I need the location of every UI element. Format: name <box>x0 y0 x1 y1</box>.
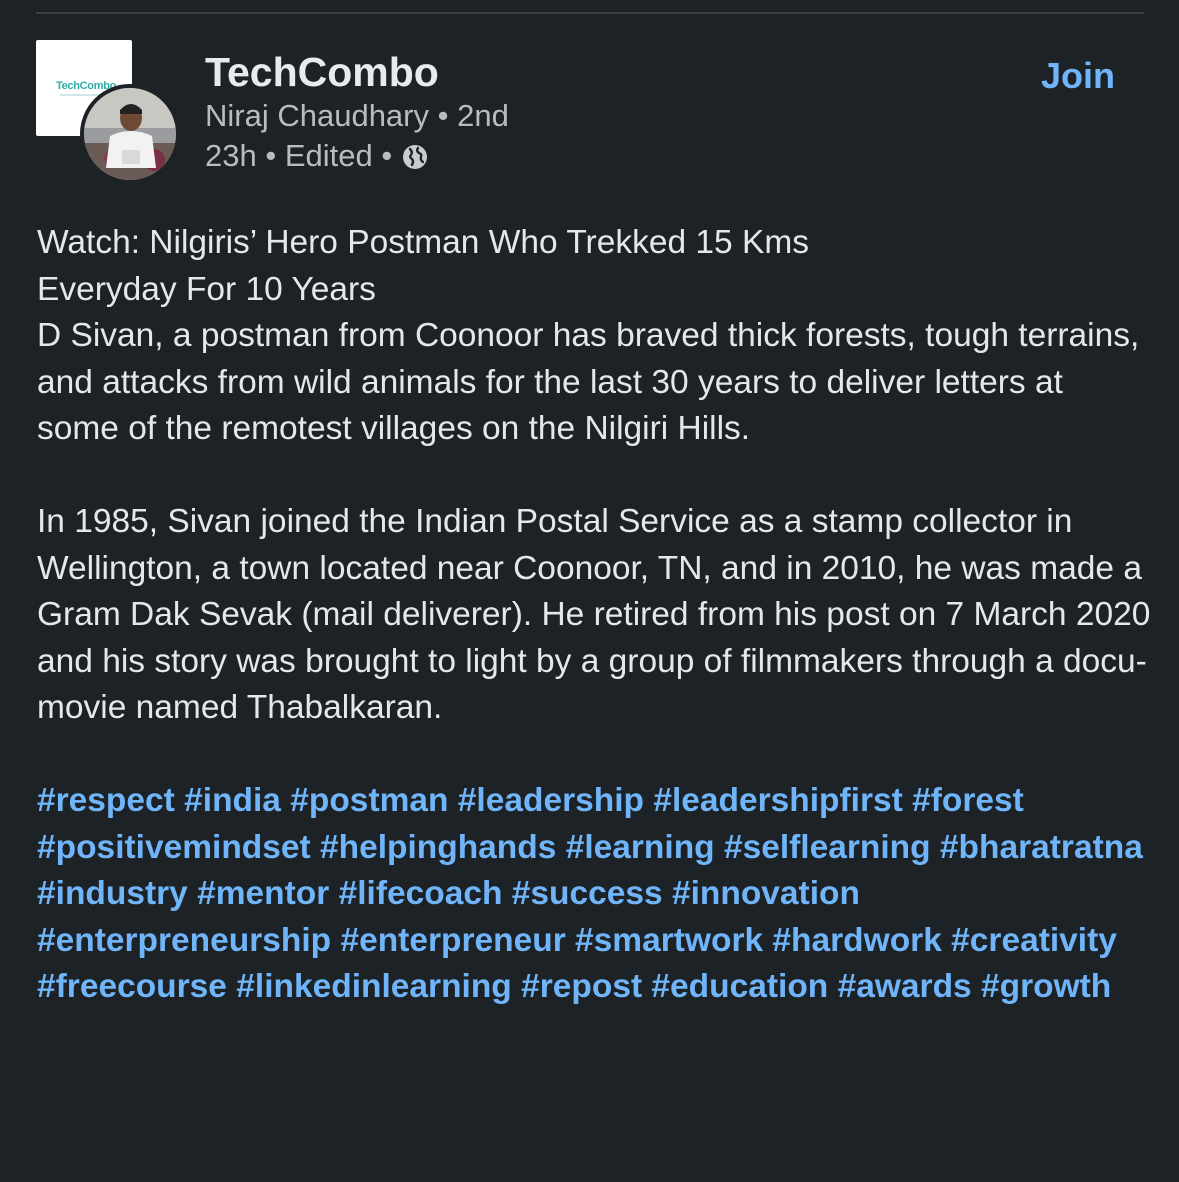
author-avatar[interactable] <box>80 84 180 184</box>
hashtag-link[interactable]: #positivemindset <box>37 829 311 866</box>
author-line: Niraj Chaudhary • 2nd <box>205 96 509 136</box>
hashtag-link[interactable]: #industry <box>37 875 188 912</box>
group-logo-tagline <box>60 94 100 96</box>
globe-icon <box>402 145 427 169</box>
post-title-line-1: Watch: Nilgiris’ Hero Postman Who Trekke… <box>37 224 809 261</box>
author-photo <box>84 88 176 180</box>
connection-degree: 2nd <box>457 98 509 133</box>
hashtag-link[interactable]: #learning <box>566 829 715 866</box>
hashtag-link[interactable]: #growth <box>981 968 1111 1005</box>
top-divider <box>36 12 1144 14</box>
hashtag-link[interactable]: #helpinghands <box>320 829 556 866</box>
join-button[interactable]: Join <box>1041 52 1115 100</box>
dot-separator: • <box>265 138 277 173</box>
hashtag-link[interactable]: #enterpreneurship <box>37 922 331 959</box>
hashtag-link[interactable]: #leadershipfirst <box>653 782 902 819</box>
dot-separator: • <box>381 138 393 173</box>
post-paragraph-1: D Sivan, a postman from Coonoor has brav… <box>37 317 1140 447</box>
hashtag-link[interactable]: #mentor <box>197 875 329 912</box>
hashtag-link[interactable]: #success <box>512 875 663 912</box>
dot-separator: • <box>437 98 449 133</box>
hashtag-link[interactable]: #forest <box>912 782 1024 819</box>
hashtag-link[interactable]: #respect <box>37 782 175 819</box>
hashtag-list: #respect #india #postman #leadership #le… <box>37 778 1152 1011</box>
hashtag-link[interactable]: #freecourse <box>37 968 227 1005</box>
author-name[interactable]: Niraj Chaudhary <box>205 98 429 133</box>
post-time: 23h <box>205 138 257 173</box>
hashtag-link[interactable]: #education <box>651 968 828 1005</box>
hashtag-link[interactable]: #bharatratna <box>940 829 1143 866</box>
hashtag-link[interactable]: #smartwork <box>575 922 763 959</box>
edited-label: Edited <box>284 138 373 173</box>
hashtag-link[interactable]: #repost <box>521 968 642 1005</box>
hashtag-link[interactable]: #enterpreneur <box>340 922 565 959</box>
post-title-line-2: Everyday For 10 Years <box>37 270 376 308</box>
hashtag-link[interactable]: #hardwork <box>772 922 941 959</box>
post-body: Watch: Nilgiris’ Hero Postman Who Trekke… <box>37 220 1152 1011</box>
hashtag-link[interactable]: #lifecoach <box>339 875 503 912</box>
post-header: TechCombo Niraj Chaudhary • 2nd 23h • Ed… <box>205 48 509 176</box>
post-paragraph-2: In 1985, Sivan joined the Indian Postal … <box>37 503 1151 726</box>
hashtag-link[interactable]: #selflearning <box>724 829 931 866</box>
group-name[interactable]: TechCombo <box>205 48 509 96</box>
hashtag-link[interactable]: #postman <box>290 782 448 819</box>
hashtag-link[interactable]: #linkedinlearning <box>236 968 512 1005</box>
hashtag-link[interactable]: #creativity <box>951 922 1117 959</box>
hashtag-link[interactable]: #innovation <box>672 875 860 912</box>
post-meta-line: 23h • Edited • <box>205 136 509 176</box>
hashtag-link[interactable]: #awards <box>838 968 972 1005</box>
hashtag-link[interactable]: #india <box>184 782 281 819</box>
hashtag-link[interactable]: #leadership <box>458 782 644 819</box>
